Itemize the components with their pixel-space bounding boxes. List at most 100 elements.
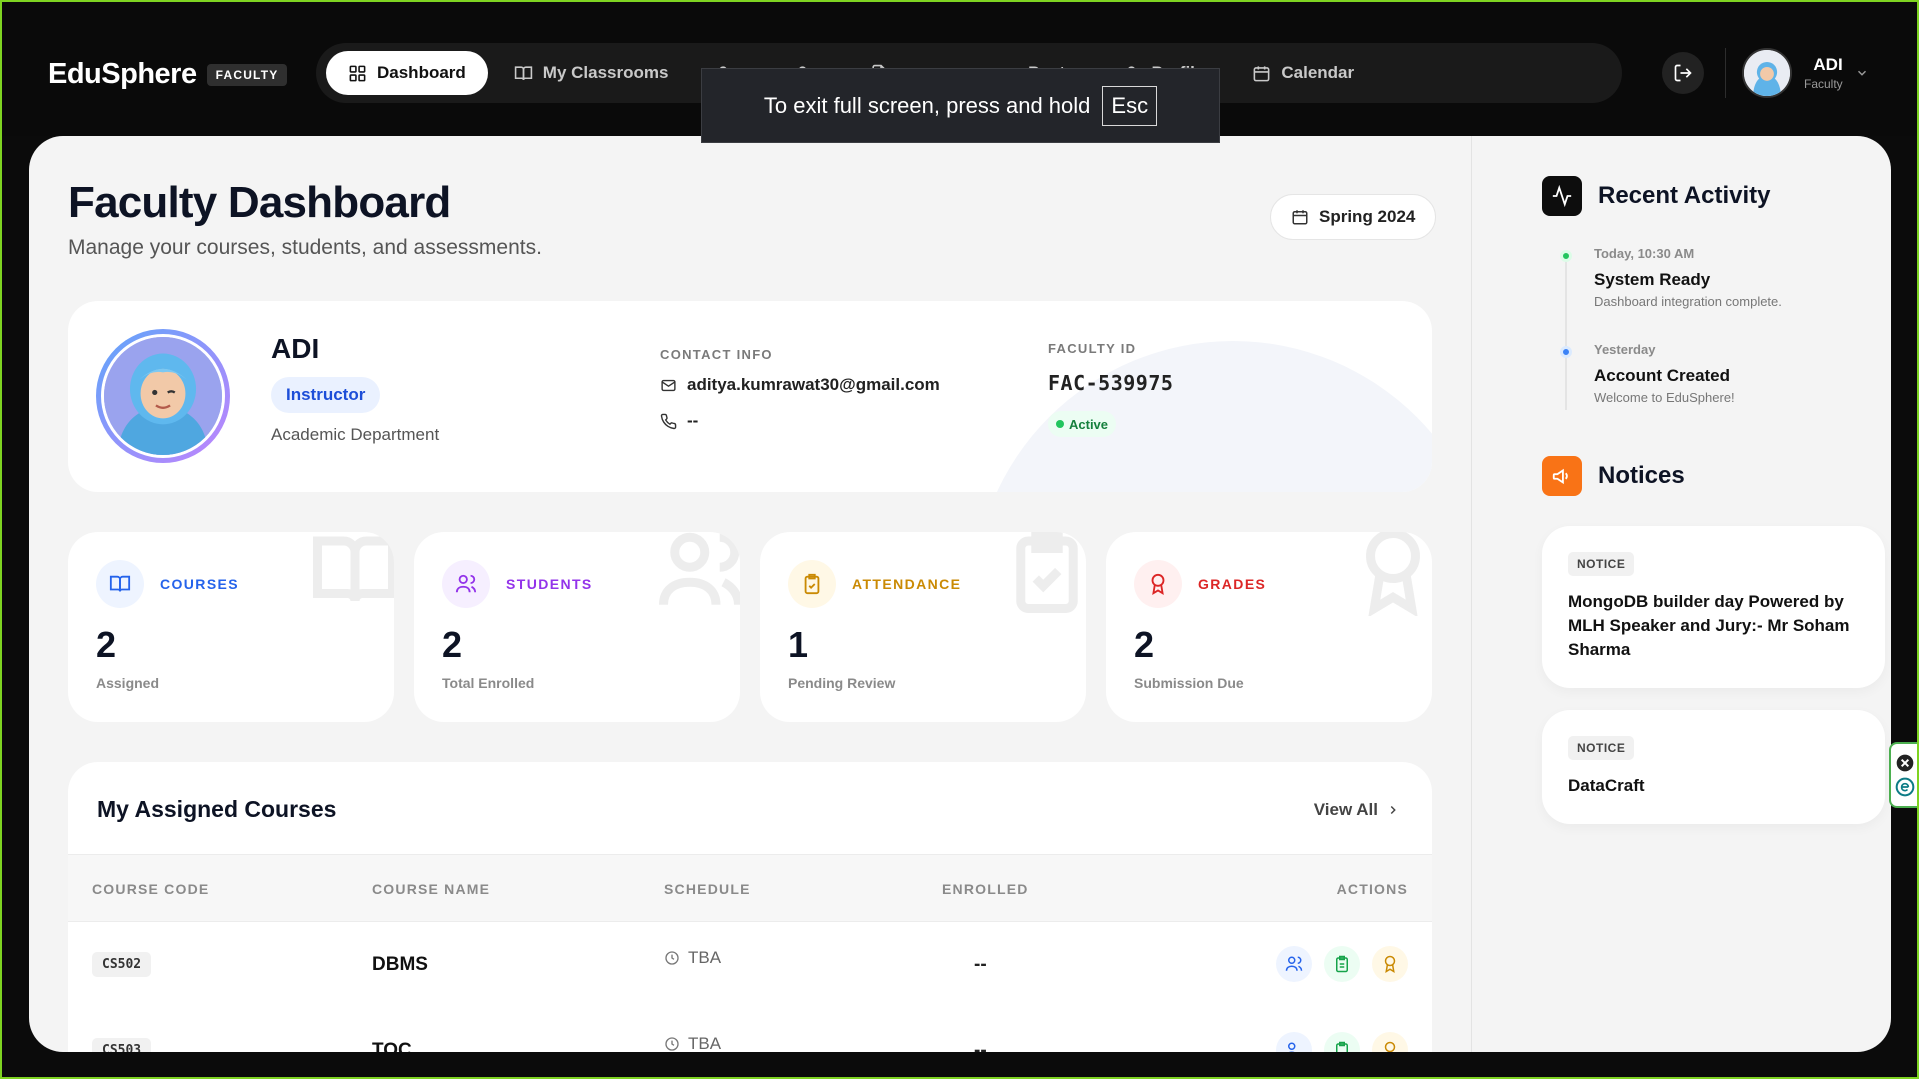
view-students-button[interactable] [1276,946,1312,982]
course-schedule: TBA [664,948,721,968]
nav-item-calendar[interactable]: Calendar [1230,51,1376,95]
logout-button[interactable] [1662,52,1704,94]
stat-subtitle: Pending Review [788,675,896,691]
activity-time: Yesterday [1594,342,1656,357]
stat-subtitle: Assigned [96,675,160,691]
activity-icon-wrap [1542,176,1582,216]
nav-item-label: Dashboard [377,63,466,82]
calendar-icon [1292,210,1308,225]
role-badge: Instructor [271,377,381,413]
contact-info-label: CONTACT INFO [660,347,773,362]
attendance-button[interactable] [1324,1032,1360,1052]
main-content: Faculty Dashboard Manage your courses, s… [29,136,1471,1052]
timeline-dot [1560,346,1572,358]
stat-title: ATTENDANCE [852,576,962,592]
course-name: DBMS [372,954,428,975]
profile-phone: -- [660,411,698,431]
profile-email[interactable]: aditya.kumrawat30@gmail.com [660,375,940,395]
notice-text: MongoDB builder day Powered by MLH Speak… [1568,592,1850,659]
avatar [1742,48,1792,98]
logout-icon [1674,64,1692,82]
view-all-label: View All [1313,800,1378,819]
assigned-courses-card: My Assigned Courses View All COURSE CODE… [68,762,1432,1052]
nav-item-my-classrooms[interactable]: My Classrooms [492,51,691,95]
esc-key: Esc [1102,85,1158,126]
view-all-link[interactable]: View All [1314,800,1400,820]
grades-button[interactable] [1372,946,1408,982]
notice-tag: NOTICE [1568,736,1635,760]
activity-time: Today, 10:30 AM [1594,246,1695,261]
page-title: Faculty Dashboard [68,178,451,227]
stat-value: 1 [788,624,809,665]
user-name: ADI [1813,55,1843,74]
table-header: COURSE CODE COURSE NAME SCHEDULE ENROLLE… [68,854,1432,922]
courses-title: My Assigned Courses [97,796,337,822]
user-role: Faculty [1804,77,1843,91]
faculty-id: FAC-539975 [1048,371,1174,395]
activity-icon [1552,185,1572,207]
profile-name: ADI [271,333,320,364]
book-icon [109,575,131,592]
brand-logo[interactable]: EduSphere FACULTY [48,58,288,91]
extension-logo-icon[interactable] [1895,777,1915,797]
book-icon [514,65,533,80]
book-icon [313,536,394,602]
column-header: SCHEDULE [664,881,751,897]
brand-name: EduSphere [48,58,197,90]
notice-card[interactable]: NOTICE MongoDB builder day Powered by ML… [1542,526,1885,688]
recent-activity-title: Recent Activity [1598,182,1771,209]
right-sidebar: Recent Activity Today, 10:30 AM System R… [1471,136,1891,1052]
course-schedule: TBA [664,1034,721,1052]
nav-item-dashboard[interactable]: Dashboard [326,51,488,95]
attendance-button[interactable] [1324,946,1360,982]
stat-icon-wrap [442,560,490,608]
user-menu[interactable]: ADI Faculty [1742,48,1869,98]
timeline-line [1565,260,1567,410]
stat-value: 2 [1134,624,1155,665]
stat-subtitle: Total Enrolled [442,675,535,691]
stat-title: GRADES [1198,576,1267,592]
term-selector[interactable]: Spring 2024 [1270,194,1437,240]
fullscreen-exit-toast: To exit full screen, press and hold Esc [701,68,1220,143]
table-row[interactable]: CS502 DBMS TBA -- [68,922,1432,1008]
page-subtitle: Manage your courses, students, and asses… [68,236,542,259]
table-row[interactable]: CS503 TOC TBA -- [68,1008,1432,1052]
phone-icon [660,413,677,429]
stat-card-courses[interactable]: COURSES 2 Assigned [68,532,394,722]
course-enrolled: -- [974,954,987,975]
course-code: CS503 [92,1038,152,1052]
schedule-text: TBA [688,1034,722,1052]
view-students-button[interactable] [1276,1032,1312,1052]
floating-side-widget[interactable] [1889,742,1919,808]
calendar-icon [1253,65,1270,81]
main-panel: Faculty Dashboard Manage your courses, s… [29,136,1891,1052]
notice-card[interactable]: NOTICE DataCraft [1542,710,1885,824]
users-icon [1285,956,1303,971]
timeline-dot [1560,250,1572,262]
course-name: TOC [372,1040,412,1052]
activity-title: Account Created [1594,366,1731,385]
stat-card-attendance[interactable]: ATTENDANCE 1 Pending Review [760,532,1086,722]
clipboard-icon [1336,1041,1348,1052]
megaphone-icon [1552,468,1568,485]
column-header: ENROLLED [942,881,1029,897]
nav-item-label: My Classrooms [542,63,669,82]
stat-value: 2 [96,624,117,665]
stat-icon-wrap [1134,560,1182,608]
activity-title: System Ready [1594,270,1711,289]
stat-card-grades[interactable]: GRADES 2 Submission Due [1106,532,1432,722]
phone-text: -- [687,411,699,430]
stat-icon-wrap [96,560,144,608]
stat-card-students[interactable]: STUDENTS 2 Total Enrolled [414,532,740,722]
activity-description: Welcome to EduSphere! [1594,390,1735,405]
notices-header: Notices [1542,456,1685,496]
stat-title: COURSES [160,576,240,592]
mail-icon [661,379,676,391]
column-header: COURSE NAME [372,881,491,897]
schedule-text: TBA [688,948,722,967]
profile-avatar [96,329,230,463]
clipboard-check-icon [804,573,820,595]
grades-button[interactable] [1372,1032,1408,1052]
course-enrolled: -- [974,1040,987,1052]
close-circle-icon[interactable] [1895,753,1915,773]
